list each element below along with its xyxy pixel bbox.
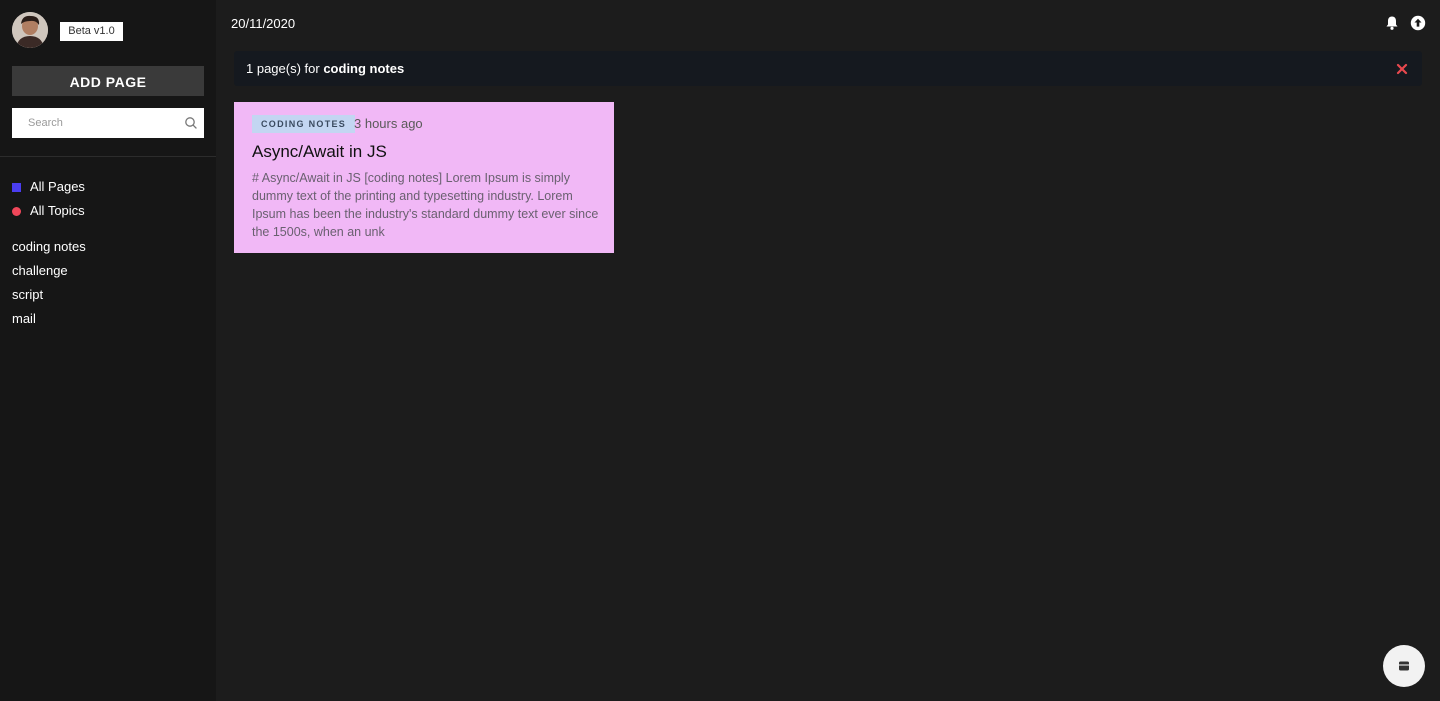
square-bullet-icon	[12, 183, 21, 192]
nav-all-pages[interactable]: All Pages	[12, 177, 85, 197]
floating-action-button[interactable]	[1383, 645, 1425, 687]
search-input[interactable]	[12, 108, 182, 138]
bell-icon[interactable]	[1384, 15, 1400, 31]
avatar[interactable]	[12, 12, 48, 48]
sidebar-divider	[0, 156, 216, 157]
card-timestamp: 3 hours ago	[354, 116, 423, 131]
results-query: coding notes	[323, 61, 405, 76]
nav-all-topics[interactable]: All Topics	[12, 201, 85, 221]
card-title: Async/Await in JS	[252, 142, 387, 161]
card-excerpt: # Async/Await in JS [coding notes] Lorem…	[252, 171, 599, 239]
sidebar: Beta v1.0 ADD PAGE All Pages All Topics …	[0, 0, 216, 701]
upload-icon[interactable]	[1410, 15, 1426, 31]
topic-item[interactable]: challenge	[12, 261, 68, 281]
topic-item[interactable]: script	[12, 285, 43, 305]
results-count: 1 page(s) for	[246, 61, 320, 76]
results-summary: 1 page(s) for coding notes	[246, 51, 404, 86]
close-icon[interactable]	[1396, 62, 1408, 75]
nav-label: All Pages	[30, 179, 85, 194]
version-badge: Beta v1.0	[60, 22, 123, 41]
topic-tag[interactable]: CODING NOTES	[252, 115, 356, 133]
search-icon[interactable]	[184, 116, 198, 130]
nav-label: All Topics	[30, 203, 85, 218]
search-box	[12, 108, 204, 138]
search-results-bar: 1 page(s) for coding notes	[234, 51, 1422, 86]
avatar-image	[12, 12, 48, 48]
topic-item[interactable]: mail	[12, 309, 36, 329]
add-page-button[interactable]: ADD PAGE	[12, 66, 204, 96]
topic-item[interactable]: coding notes	[12, 237, 86, 257]
circle-bullet-icon	[12, 207, 21, 216]
archive-icon	[1399, 661, 1409, 671]
current-date: 20/11/2020	[231, 16, 296, 31]
page-card[interactable]: CODING NOTES 3 hours ago Async/Await in …	[234, 102, 614, 253]
